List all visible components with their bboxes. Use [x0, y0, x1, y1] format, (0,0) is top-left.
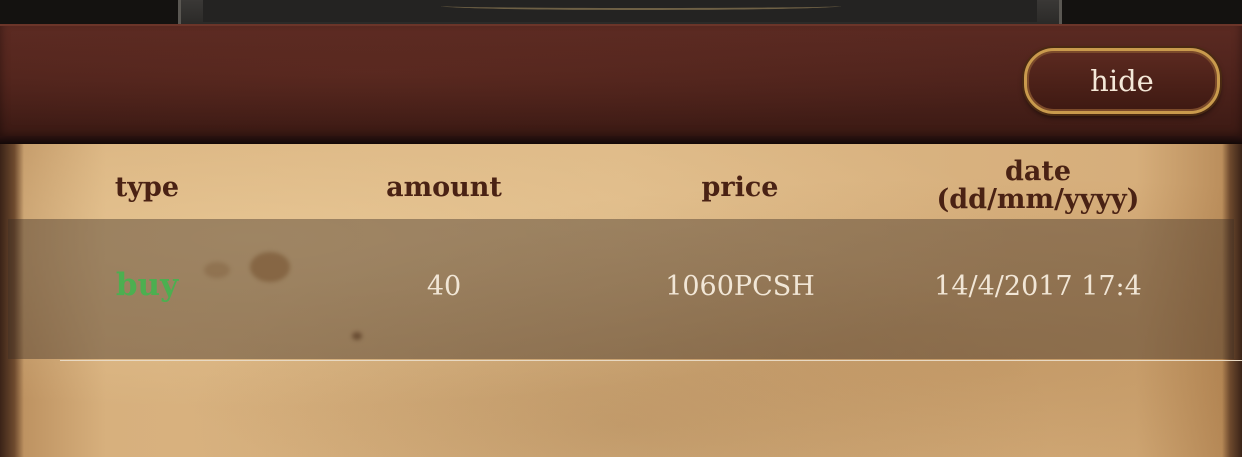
row-price-cell: 1060PCSH	[665, 271, 815, 302]
column-header-date-line2: (dd/mm/yyyy)	[936, 184, 1140, 215]
column-header-amount: amount	[386, 172, 502, 203]
row-type-cell: buy	[115, 267, 179, 303]
row-date-cell: 14/4/2017 17:4	[934, 271, 1142, 302]
row-amount-cell: 40	[426, 271, 462, 302]
column-header-date-line1: date	[1004, 156, 1072, 187]
column-header-price: price	[701, 172, 779, 203]
top-frame-inner	[203, 0, 1037, 22]
top-ornament	[441, 2, 841, 10]
column-header-date: date (dd/mm/yyyy)	[900, 158, 1176, 214]
column-header-type: type	[114, 172, 180, 203]
hide-button-label: hide	[1090, 64, 1154, 98]
header-bottom-edge	[0, 136, 1242, 144]
hide-button[interactable]: hide	[1024, 48, 1220, 114]
top-frame	[178, 0, 1062, 24]
row-divider	[60, 360, 1242, 361]
